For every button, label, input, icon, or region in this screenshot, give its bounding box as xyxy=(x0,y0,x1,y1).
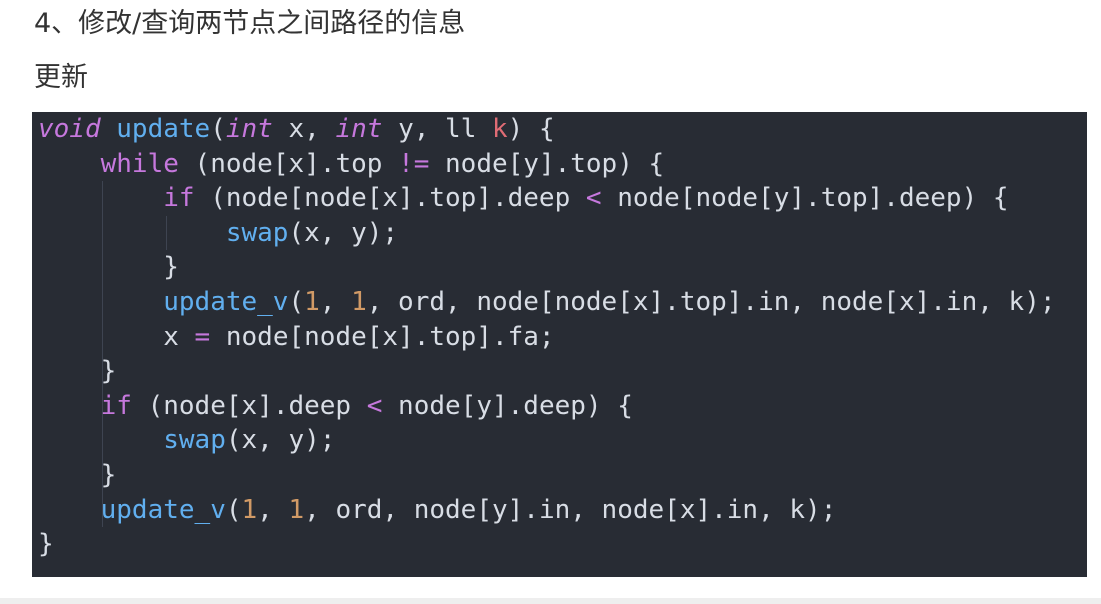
code-line: } xyxy=(38,250,179,285)
code-token: node[node[x].top].fa; xyxy=(210,321,555,352)
code-token: if xyxy=(163,183,195,214)
code-token: update xyxy=(116,114,211,144)
code-token: , xyxy=(319,287,352,317)
code-token: swap xyxy=(225,217,289,248)
code-token: update_v xyxy=(100,494,226,525)
code-line: } xyxy=(38,527,54,562)
code-token: k xyxy=(492,114,508,144)
bottom-divider xyxy=(0,598,1101,604)
code-token: 1 xyxy=(351,287,367,317)
code-token: int xyxy=(225,114,273,144)
code-token: (node[x].deep xyxy=(131,390,367,421)
code-token: x xyxy=(38,321,195,352)
code-token: update_v xyxy=(163,287,289,317)
code-token: y, xyxy=(382,114,446,144)
code-token: } xyxy=(38,356,117,387)
code-token: , ord, node[node[x].top].in, node[x].in,… xyxy=(366,287,1056,317)
code-token: void xyxy=(38,114,101,144)
code-token: < xyxy=(585,183,602,214)
code-token: 1 xyxy=(304,287,320,317)
code-token: 1 xyxy=(288,494,305,525)
code-token: } xyxy=(38,460,117,490)
code-line: update_v(1, 1, ord, node[y].in, node[x].… xyxy=(38,493,837,528)
code-line: swap(x, y); xyxy=(38,216,398,251)
code-token: while xyxy=(100,148,179,179)
code-line: x = node[node[x].top].fa; xyxy=(38,320,555,355)
code-token: } xyxy=(38,252,179,283)
code-line: update_v(1, 1, ord, node[node[x].top].in… xyxy=(38,285,1056,320)
code-token: ( xyxy=(210,114,226,144)
code-line: } xyxy=(38,354,117,389)
code-token: ll xyxy=(445,114,477,144)
code-line: swap(x, y); xyxy=(38,423,335,458)
code-token: x, xyxy=(272,114,336,144)
code-token: (node[x].top xyxy=(178,148,399,179)
code-token: node[y].deep) { xyxy=(382,390,633,421)
code-token: ) { xyxy=(507,114,555,144)
code-line: void update(int x, int y, ll k) { xyxy=(38,112,555,147)
article-heading: 4、修改/查询两节点之间路径的信息 xyxy=(34,8,466,39)
code-token: = xyxy=(194,321,211,352)
code-line: } xyxy=(38,458,117,493)
code-token: if xyxy=(100,390,132,421)
code-token: 1 xyxy=(241,494,258,525)
code-token: int xyxy=(335,114,383,144)
code-token: , xyxy=(257,494,289,525)
code-token: swap xyxy=(163,425,226,456)
code-token: (node[node[x].top].deep xyxy=(194,183,586,214)
code-token: != xyxy=(398,148,430,179)
code-token: ( xyxy=(288,287,305,317)
code-token: ( xyxy=(225,494,242,525)
code-token: (x, y); xyxy=(288,217,399,248)
code-line: if (node[x].deep < node[y].deep) { xyxy=(38,389,633,424)
code-token: < xyxy=(366,390,383,421)
code-token: node[y].top) { xyxy=(429,148,665,179)
code-block: void update(int x, int y, ll k) { while … xyxy=(32,112,1087,577)
code-token: node[node[y].top].deep) { xyxy=(601,183,1009,214)
code-line: while (node[x].top != node[y].top) { xyxy=(38,147,665,182)
code-token: , ord, node[y].in, node[x].in, k); xyxy=(304,494,837,525)
article-subheading: 更新 xyxy=(34,62,88,93)
code-line: if (node[node[x].top].deep < node[node[y… xyxy=(38,181,1009,216)
code-token: (x, y); xyxy=(225,425,336,456)
code-token: } xyxy=(38,529,54,560)
